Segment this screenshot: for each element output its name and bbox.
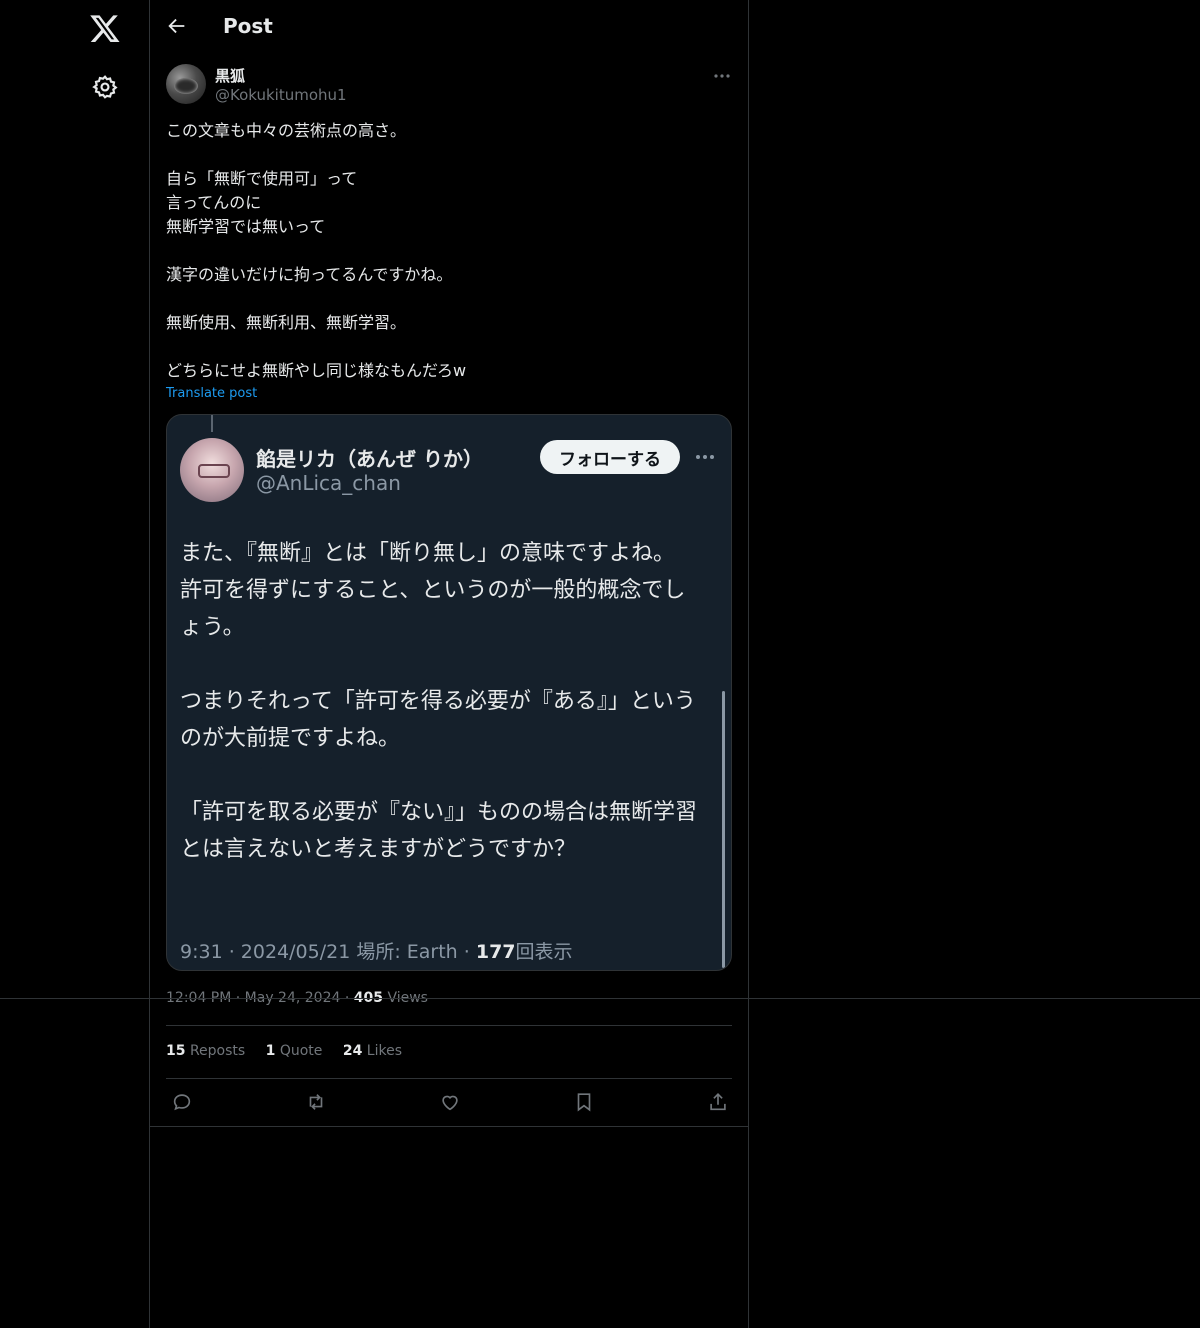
post-paragraph: 自ら「無断で使用可」って 言ってんのに 無断学習では無いって	[166, 169, 358, 236]
embedded-views-label: 回表示	[515, 941, 573, 963]
overlay-guide-line	[0, 998, 1200, 999]
embedded-meta: 9:31 · 2024/05/21 場所: Earth · 177回表示	[180, 937, 573, 964]
avatar[interactable]	[166, 64, 206, 104]
reposts-label: Reposts	[189, 1043, 246, 1059]
likes-label: Likes	[366, 1043, 403, 1059]
likes-stat[interactable]: 24 Likes	[343, 1043, 402, 1059]
divider	[150, 1126, 748, 1127]
reposts-count: 15	[166, 1043, 186, 1059]
quotes-label: Quote	[279, 1043, 323, 1059]
thread-line	[211, 415, 213, 432]
x-logo-icon[interactable]	[89, 12, 121, 44]
main-column: Post 黒狐 @Kokukitumohu1 この文章も中々の芸術点の高さ。 自…	[149, 0, 749, 1328]
embedded-scrollbar	[722, 691, 725, 968]
embedded-paragraph-spacer	[180, 757, 700, 794]
post-paragraph: 漢字の違いだけに拘ってるんですかね。	[166, 265, 453, 284]
back-arrow-icon[interactable]	[166, 15, 188, 37]
embedded-text: また、『無断』とは「断り無し」の意味ですよね。 許可を得ずにすること、というのが…	[180, 535, 700, 868]
post-paragraph: 無断使用、無断利用、無断学習。	[166, 313, 407, 332]
author-handle[interactable]: @Kokukitumohu1	[215, 86, 347, 104]
embedded-display-name: 餡是リカ（あんぜ りか）	[256, 447, 483, 471]
gear-icon[interactable]	[92, 74, 118, 100]
engagement-stats: 15 Reposts 1 Quote 24 Likes	[166, 1043, 418, 1059]
embedded-paragraph: また、『無断』とは「断り無し」の意味ですよね。 許可を得ずにすること、というのが…	[180, 541, 686, 640]
embedded-meta-prefix: 9:31 · 2024/05/21 場所: Earth ·	[180, 941, 476, 963]
post-paragraph-spacer	[166, 335, 732, 359]
post-paragraph-spacer	[166, 239, 732, 263]
embedded-avatar	[180, 438, 244, 502]
bookmark-icon[interactable]	[573, 1091, 595, 1113]
quotes-stat[interactable]: 1 Quote	[266, 1043, 323, 1059]
reposts-stat[interactable]: 15 Reposts	[166, 1043, 245, 1059]
post-paragraph-spacer	[166, 143, 732, 167]
embedded-paragraph-spacer	[180, 646, 700, 683]
page-title: Post	[223, 14, 273, 38]
reply-icon[interactable]	[171, 1091, 193, 1113]
embedded-paragraph: 「許可を取る必要が『ない』」ものの場合は無断学習とは言えないと考えますがどうです…	[180, 800, 698, 862]
post-paragraph: この文章も中々の芸術点の高さ。	[166, 121, 407, 140]
author-display-name[interactable]: 黒狐	[215, 65, 245, 86]
header: Post	[150, 0, 748, 54]
more-options-icon[interactable]	[712, 66, 732, 86]
sidebar	[0, 0, 149, 1328]
translate-post-link[interactable]: Translate post	[166, 386, 257, 401]
repost-icon[interactable]	[305, 1091, 327, 1113]
quotes-count: 1	[265, 1043, 276, 1059]
share-icon[interactable]	[707, 1091, 729, 1113]
action-bar	[150, 1091, 748, 1115]
embedded-more-icon	[693, 447, 717, 467]
embedded-views-count: 177	[475, 941, 516, 963]
divider	[166, 1025, 732, 1026]
divider	[166, 1078, 732, 1079]
likes-count: 24	[342, 1043, 363, 1059]
embedded-follow-button: フォローする	[540, 440, 680, 474]
post-text: この文章も中々の芸術点の高さ。 自ら「無断で使用可」って 言ってんのに 無断学習…	[166, 119, 732, 383]
post-paragraph-spacer	[166, 287, 732, 311]
attached-image[interactable]: 餡是リカ（あんぜ りか） @AnLica_chan フォローする また、『無断』…	[166, 414, 732, 971]
embedded-handle: @AnLica_chan	[256, 471, 401, 495]
embedded-paragraph: つまりそれって「許可を得る必要が『ある』」というのが大前提ですよね。	[180, 689, 696, 751]
like-icon[interactable]	[439, 1091, 461, 1113]
post-paragraph: どちらにせよ無断やし同じ様なもんだろw	[166, 361, 467, 380]
